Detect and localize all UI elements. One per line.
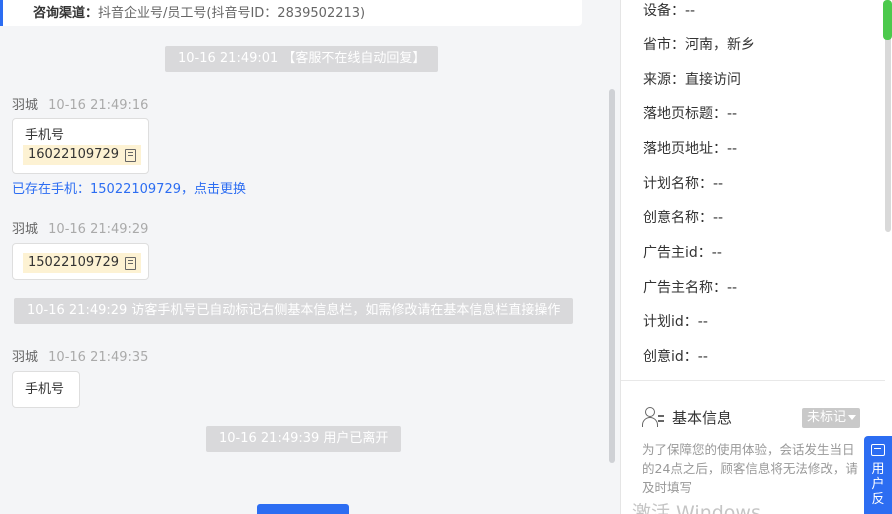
info-advertiser-name: 广告主名称：-- — [643, 280, 738, 296]
sender-name: 羽城 — [12, 350, 39, 365]
system-message: 10-16 21:49:39 用户已离开 — [206, 426, 402, 452]
system-message: 10-16 21:49:29 访客手机号已自动标记右侧基本信息栏，如需修改请在基… — [14, 298, 574, 324]
windows-watermark: 激活 Windows — [632, 502, 761, 514]
phone-text: 16022109729 — [28, 147, 119, 162]
message-bubble: 手机号 — [12, 371, 80, 408]
basic-info-notice: 为了保障您的使用体验，会话发生当日的24点之后，顾客信息将无法修改，请及时填写 — [642, 442, 858, 495]
basic-info-header: 基本信息 — [642, 406, 732, 428]
info-landing-url: 落地页地址：-- — [643, 141, 738, 157]
section-divider — [621, 380, 885, 381]
system-message: 10-16 21:49:01 【客服不在线自动回复】 — [165, 46, 439, 72]
change-phone-link[interactable]: 已存在手机：15022109729，点击更换 — [12, 178, 246, 197]
message-sender: 羽城 10-16 21:49:35 — [12, 346, 148, 365]
phone-number[interactable]: 16022109729 — [23, 145, 141, 165]
info-creative-id: 创意id：-- — [643, 349, 708, 365]
info-panel: 设备：-- 省市：河南，新乡 来源：直接访问 落地页标题：-- 落地页地址：--… — [620, 0, 892, 514]
info-device: 设备：-- — [643, 3, 696, 19]
basic-info-title: 基本信息 — [672, 408, 733, 427]
message-sender: 羽城 10-16 21:49:16 — [12, 94, 148, 113]
info-creative-name: 创意名称：-- — [643, 210, 724, 226]
info-plan-id: 计划id：-- — [643, 314, 708, 330]
copy-icon[interactable] — [124, 256, 136, 270]
info-plan-name: 计划名称：-- — [643, 176, 724, 192]
feedback-button[interactable]: 用户反 — [864, 436, 892, 514]
sender-name: 羽城 — [12, 222, 39, 237]
bubble-label: 手机号 — [25, 128, 65, 143]
info-advertiser-id: 广告主id：-- — [643, 245, 722, 261]
chat-scrollbar[interactable] — [609, 89, 615, 463]
message-time: 10-16 21:49:16 — [48, 98, 149, 113]
tag-dropdown[interactable]: 未标记 — [802, 408, 861, 428]
info-landing-title: 落地页标题：-- — [643, 106, 738, 122]
message-time: 10-16 21:49:29 — [48, 222, 149, 237]
copy-icon[interactable] — [124, 148, 136, 162]
send-button[interactable] — [257, 504, 349, 514]
info-source: 来源：直接访问 — [643, 72, 741, 88]
phone-text: 15022109729 — [28, 255, 119, 270]
channel-card: 咨询渠道： 抖音企业号/员工号(抖音号ID：2839502213) — [0, 0, 582, 26]
info-region: 省市：河南，新乡 — [643, 37, 755, 53]
tag-label: 未标记 — [807, 410, 847, 425]
message-sender: 羽城 10-16 21:49:29 — [12, 218, 148, 237]
feedback-icon — [871, 444, 885, 456]
bubble-label: 手机号 — [25, 382, 65, 397]
caret-down-icon — [848, 415, 857, 420]
chat-panel: 咨询渠道： 抖音企业号/员工号(抖音号ID：2839502213) 10-16 … — [0, 0, 620, 468]
channel-label: 咨询渠道： — [33, 5, 99, 21]
message-bubble: 手机号 16022109729 — [12, 118, 149, 174]
message-time: 10-16 21:49:35 — [48, 350, 149, 365]
user-icon — [642, 406, 664, 428]
sender-name: 羽城 — [12, 98, 39, 113]
feedback-label: 用户反 — [871, 462, 885, 507]
phone-number[interactable]: 15022109729 — [23, 253, 141, 273]
message-bubble: 15022109729 — [12, 243, 149, 280]
channel-value: 抖音企业号/员工号(抖音号ID：2839502213) — [98, 5, 366, 21]
status-indicator — [883, 0, 892, 40]
